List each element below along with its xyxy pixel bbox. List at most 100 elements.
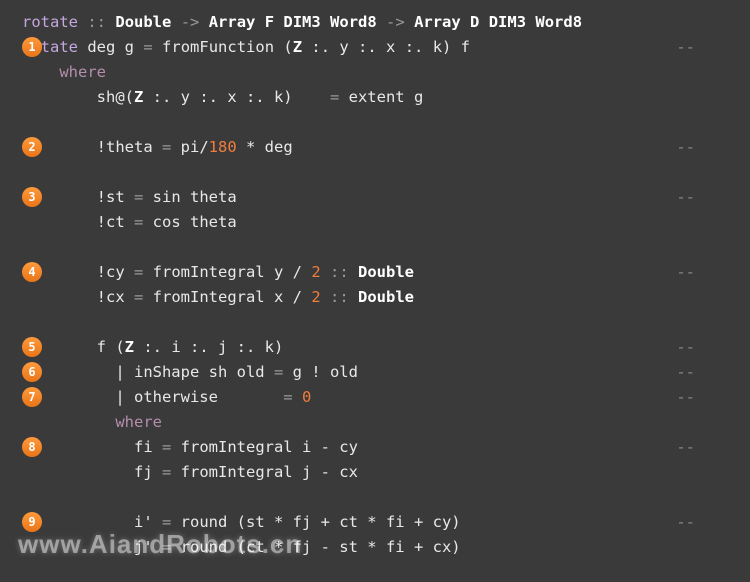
code-token: [321, 288, 330, 306]
code-token: [78, 38, 87, 56]
callout-badge: 8: [22, 437, 42, 457]
code-token: sin theta: [143, 188, 236, 206]
callout-badge: 1: [22, 37, 42, 57]
code-token: round (ct * fj - st * fi + cx): [171, 538, 460, 556]
code-line: !theta = pi/180 * deg--2: [22, 135, 750, 160]
code-token: [199, 13, 208, 31]
code-token: [22, 163, 31, 181]
code-token: fromIntegral y /: [143, 263, 311, 281]
code-token: =: [162, 463, 171, 481]
code-token: i': [22, 513, 162, 531]
code-token: | otherwise: [22, 388, 283, 406]
code-token: pi/: [171, 138, 208, 156]
callout-badge: 3: [22, 187, 42, 207]
code-block: rotate :: Double -> Array F DIM3 Word8 -…: [22, 10, 750, 582]
callout-badge: 7: [22, 387, 42, 407]
code-line: j' = round (ct * fj - st * fi + cx): [22, 535, 750, 560]
code-token: [22, 488, 31, 506]
callout-badge: 9: [22, 512, 42, 532]
comment-dash: --: [676, 185, 695, 210]
code-token: fj: [22, 463, 162, 481]
code-token: round (st * fj + ct * fi + cy): [171, 513, 460, 531]
code-token: =: [283, 388, 292, 406]
code-line: [22, 310, 750, 335]
code-token: [293, 388, 302, 406]
callout-badge: 4: [22, 262, 42, 282]
code-line: | otherwise = 0 -- 7: [22, 385, 750, 410]
code-token: Z: [134, 88, 143, 106]
code-token: where: [59, 63, 106, 81]
code-token: [171, 13, 180, 31]
code-token: [349, 288, 358, 306]
code-token: where: [115, 413, 162, 431]
code-line: | inShape sh old = g ! old -- 6: [22, 360, 750, 385]
code-token: ->: [386, 13, 405, 31]
code-line: fi = fromIntegral i - cy--8: [22, 435, 750, 460]
code-token: ::: [330, 288, 349, 306]
code-token: | inShape sh old: [22, 363, 274, 381]
code-token: cos theta: [143, 213, 236, 231]
code-token: =: [162, 513, 171, 531]
code-line: [22, 160, 750, 185]
code-token: j': [22, 538, 162, 556]
code-token: Array F DIM3 Word8: [209, 13, 377, 31]
code-line: !cy = fromIntegral y / 2 :: Double--4: [22, 260, 750, 285]
code-token: =: [134, 288, 143, 306]
code-token: [22, 563, 31, 581]
code-token: 2: [311, 263, 320, 281]
code-token: =: [162, 438, 171, 456]
code-line: rotate :: Double -> Array F DIM3 Word8 -…: [22, 10, 750, 35]
comment-dash: --: [676, 360, 695, 385]
code-token: * deg: [237, 138, 293, 156]
code-token: Z: [125, 338, 134, 356]
callout-badge: 6: [22, 362, 42, 382]
comment-dash: --: [676, 135, 695, 160]
code-token: [106, 13, 115, 31]
code-token: [377, 13, 386, 31]
code-token: [349, 263, 358, 281]
code-line: rotate deg g = fromFunction (Z :. y :. x…: [22, 35, 750, 60]
code-token: :. y :. x :. k): [143, 88, 330, 106]
code-token: !ct: [22, 213, 134, 231]
code-token: [405, 13, 414, 31]
code-token: ->: [181, 13, 200, 31]
code-token: =: [134, 188, 143, 206]
code-line: [22, 560, 750, 582]
code-token: deg g: [87, 38, 134, 56]
code-token: [22, 238, 31, 256]
code-token: =: [143, 38, 152, 56]
code-token: [78, 13, 87, 31]
code-token: ::: [87, 13, 106, 31]
code-line: !cx = fromIntegral x / 2 :: Double: [22, 285, 750, 310]
code-line: where: [22, 410, 750, 435]
code-line: fj = fromIntegral j - cx: [22, 460, 750, 485]
code-line: [22, 110, 750, 135]
code-token: fromFunction (: [162, 38, 293, 56]
code-token: [321, 263, 330, 281]
code-token: [22, 313, 31, 331]
code-line: [22, 235, 750, 260]
code-token: g ! old: [283, 363, 358, 381]
code-token: =: [162, 138, 171, 156]
code-token: =: [330, 88, 339, 106]
code-token: Z: [293, 38, 302, 56]
comment-dash: --: [676, 260, 695, 285]
code-token: [22, 113, 31, 131]
code-token: sh@(: [22, 88, 134, 106]
code-token: 0: [302, 388, 311, 406]
code-token: =: [162, 538, 171, 556]
code-line: where: [22, 60, 750, 85]
code-token: fromIntegral x /: [143, 288, 311, 306]
code-line: i' = round (st * fj + ct * fi + cy) -- 9: [22, 510, 750, 535]
code-token: fi: [22, 438, 162, 456]
code-token: [153, 38, 162, 56]
code-token: fromIntegral i - cy: [171, 438, 358, 456]
comment-dash: --: [676, 510, 695, 535]
callout-badge: 5: [22, 337, 42, 357]
code-line: [22, 485, 750, 510]
code-token: !theta: [22, 138, 162, 156]
comment-dash: --: [676, 385, 695, 410]
code-token: Double: [358, 263, 414, 281]
code-token: :. y :. x :. k) f: [302, 38, 470, 56]
code-token: =: [274, 363, 283, 381]
